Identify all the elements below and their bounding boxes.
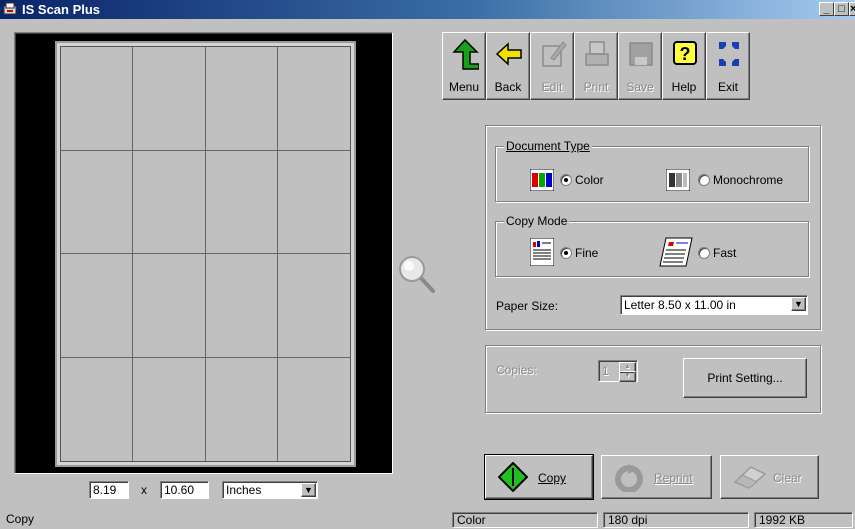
back-button[interactable]: Back	[486, 32, 530, 100]
chevron-down-icon[interactable]: ▼	[791, 297, 806, 311]
paper-size-select[interactable]: Letter 8.50 x 11.00 in ▼	[620, 295, 808, 315]
eraser-icon	[733, 466, 767, 489]
copy-diamond-icon	[498, 462, 528, 492]
color-label: Color	[575, 173, 604, 187]
print-label: Print	[583, 80, 609, 94]
printer-icon	[585, 41, 609, 66]
color-document-icon	[530, 169, 554, 191]
copies-panel: Copies: 1 ▲ ▼ Print Setting...	[485, 345, 821, 413]
close-button[interactable]: ×	[849, 2, 855, 16]
reprint-button[interactable]: Reprint	[601, 455, 712, 499]
paper-size-label: Paper Size:	[496, 299, 559, 313]
paper-size-value: Letter 8.50 x 11.00 in	[624, 298, 736, 312]
exit-icon	[719, 42, 739, 66]
reprint-icon	[615, 464, 643, 492]
monochrome-radio[interactable]	[698, 174, 710, 186]
status-mode: Copy	[6, 512, 35, 526]
color-radio[interactable]	[560, 174, 572, 186]
reprint-label: Reprint	[654, 471, 693, 485]
help-question-icon: ?	[673, 41, 697, 65]
print-setting-button[interactable]: Print Setting...	[683, 358, 807, 398]
clear-button[interactable]: Clear	[720, 455, 819, 499]
floppy-disk-icon	[629, 42, 653, 66]
units-select[interactable]: Inches ▼	[222, 481, 318, 499]
print-setting-label: Print Setting...	[707, 371, 783, 385]
fast-label: Fast	[713, 246, 737, 260]
minimize-icon: _	[823, 3, 830, 15]
status-color: Color	[452, 512, 598, 528]
maximize-icon: □	[838, 3, 845, 15]
edit-icon	[542, 41, 567, 67]
exit-label: Exit	[717, 80, 738, 94]
print-button[interactable]: Print	[574, 32, 618, 100]
window-title: IS Scan Plus	[22, 2, 101, 17]
width-input[interactable]: 8.19	[89, 481, 129, 499]
copies-label: Copies:	[496, 363, 537, 377]
maximize-button[interactable]: □	[834, 2, 849, 16]
document-type-group: Document Type Color Monochrome	[495, 139, 809, 202]
back-label: Back	[494, 80, 522, 94]
scan-preview[interactable]	[14, 32, 393, 474]
fine-radio[interactable]	[560, 247, 572, 259]
close-icon: ×	[850, 3, 855, 15]
status-size: 1992 KB	[754, 512, 853, 528]
copies-value: 1	[602, 364, 609, 378]
magnifier-icon[interactable]	[397, 254, 437, 294]
height-input[interactable]: 10.60	[160, 481, 209, 499]
status-bar: Copy Color 180 dpi 1992 KB	[0, 511, 855, 529]
dimension-separator: x	[141, 483, 147, 497]
minimize-button[interactable]: _	[819, 2, 834, 16]
chevron-down-icon[interactable]: ▼	[301, 483, 316, 497]
copy-mode-group: Copy Mode Fine Fast	[495, 214, 809, 277]
monochrome-label: Monochrome	[713, 173, 784, 187]
yellow-left-arrow-icon	[495, 42, 522, 66]
menu-label: Menu	[448, 80, 480, 94]
save-button[interactable]: Save	[618, 32, 662, 100]
help-button[interactable]: ? Help	[662, 32, 706, 100]
copy-button[interactable]: Copy	[484, 454, 594, 500]
app-scanner-icon	[3, 2, 17, 15]
status-dpi: 180 dpi	[603, 512, 749, 528]
svg-text:?: ?	[680, 44, 691, 64]
monochrome-document-icon	[666, 169, 690, 191]
main-toolbar: Menu Back Edit Print Save ? Help Exit	[442, 32, 849, 100]
fine-label: Fine	[575, 246, 599, 260]
save-label: Save	[626, 80, 654, 94]
copy-mode-legend: Copy Mode	[504, 214, 570, 228]
settings-panel: Document Type Color Monochrome Copy Mode	[485, 125, 821, 330]
copy-label: Copy	[538, 471, 567, 485]
preview-grid	[60, 46, 351, 462]
title-bar: IS Scan Plus _ □ ×	[0, 0, 855, 19]
spin-down-icon[interactable]: ▼	[619, 371, 636, 382]
green-up-arrow-icon	[452, 38, 479, 70]
edit-label: Edit	[541, 80, 563, 94]
exit-button[interactable]: Exit	[706, 32, 750, 100]
preview-page	[55, 41, 356, 467]
help-label: Help	[671, 80, 697, 94]
fast-mode-icon	[659, 237, 693, 267]
fine-mode-icon	[530, 238, 554, 266]
document-type-legend: Document Type	[504, 139, 592, 153]
edit-button[interactable]: Edit	[530, 32, 574, 100]
copies-input[interactable]: 1 ▲ ▼	[598, 360, 638, 382]
menu-button[interactable]: Menu	[442, 32, 486, 100]
clear-label: Clear	[773, 471, 802, 485]
fast-radio[interactable]	[698, 247, 710, 259]
units-value: Inches	[226, 483, 262, 497]
